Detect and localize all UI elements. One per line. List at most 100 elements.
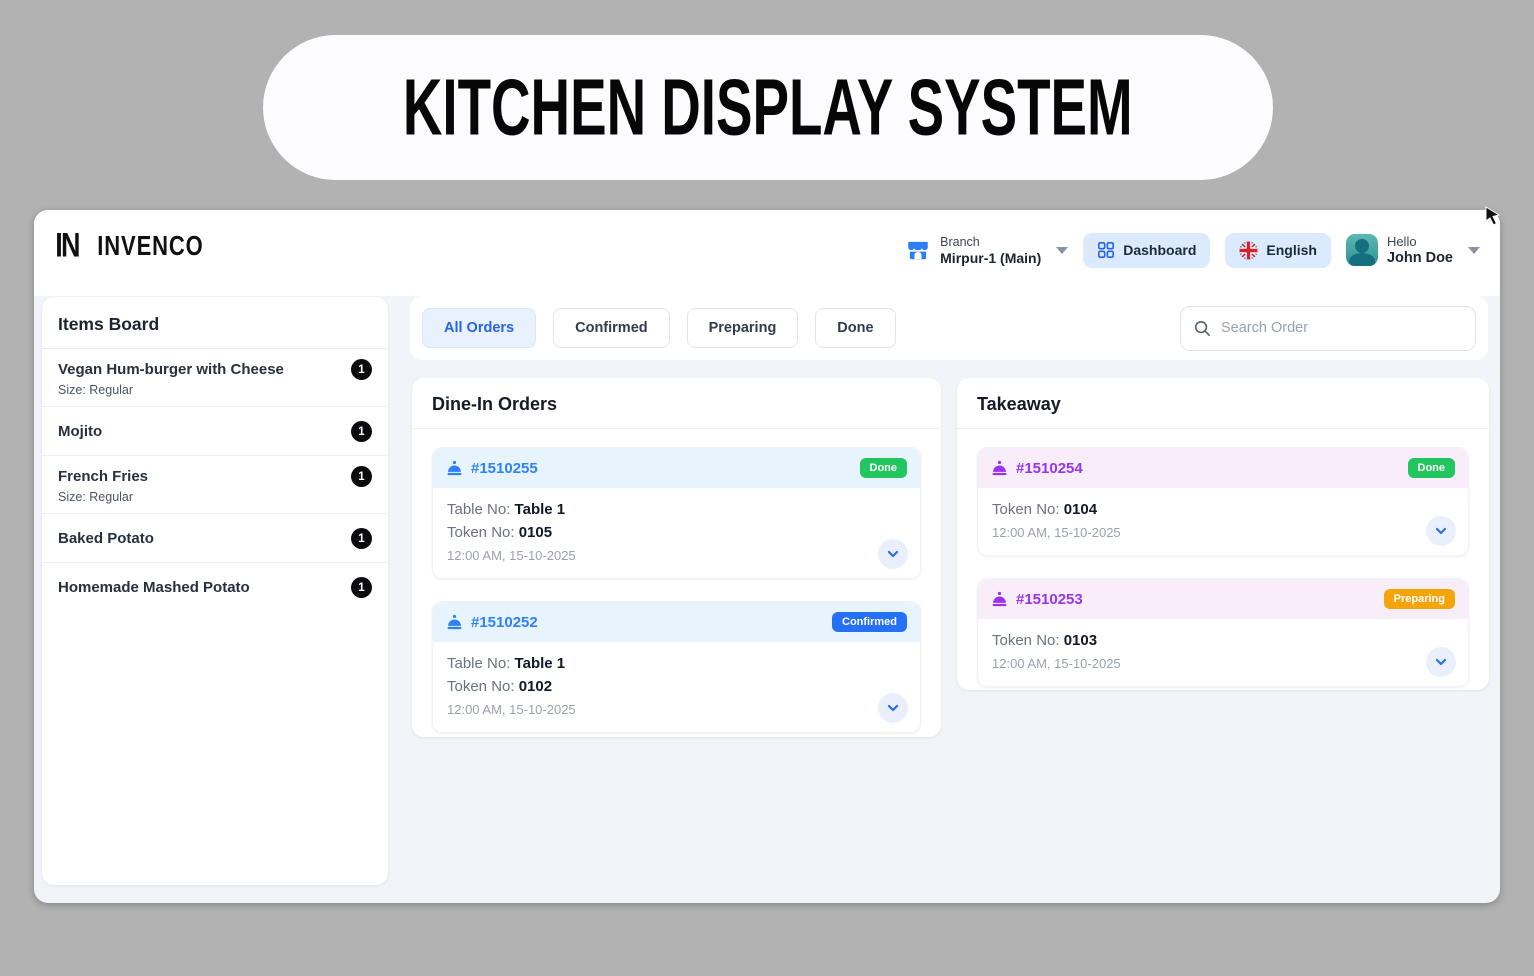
order-timestamp: 12:00 AM, 15-10-2025 — [992, 652, 1454, 675]
item-name: French Fries — [58, 468, 148, 485]
tab-all-orders[interactable]: All Orders — [422, 308, 536, 348]
token-value: 0104 — [1064, 501, 1097, 518]
dine-in-cards: #1510255 Done Table No: Table 1 Token No… — [412, 429, 941, 737]
page-title: KITCHEN DISPLAY SYSTEM — [403, 62, 1133, 153]
list-item[interactable]: French Fries 1 Size: Regular — [42, 456, 388, 514]
order-card-header: #1510255 Done — [433, 448, 920, 488]
table-value: Table 1 — [515, 655, 566, 672]
tab-preparing[interactable]: Preparing — [687, 308, 799, 348]
table-value: Table 1 — [515, 501, 566, 518]
token-value: 0102 — [519, 678, 552, 695]
cloche-icon — [991, 460, 1008, 477]
order-card[interactable]: #1510254 Done Token No: 0104 12:00 AM, 1… — [977, 447, 1469, 556]
list-item[interactable]: Mojito 1 — [42, 407, 388, 456]
language-button-label: English — [1266, 242, 1317, 258]
item-count-badge: 1 — [351, 466, 372, 487]
order-timestamp: 12:00 AM, 15-10-2025 — [992, 521, 1454, 544]
status-badge: Done — [1408, 458, 1456, 478]
status-badge: Confirmed — [832, 612, 907, 632]
tab-confirmed[interactable]: Confirmed — [553, 308, 670, 348]
store-icon — [905, 237, 931, 263]
expand-order-button[interactable] — [1426, 516, 1456, 546]
expand-order-button[interactable] — [878, 539, 908, 569]
filter-bar: All Orders Confirmed Preparing Done — [410, 296, 1488, 360]
chevron-down-icon — [1433, 654, 1449, 670]
item-count-badge: 1 — [351, 577, 372, 598]
user-texts: Hello John Doe — [1387, 234, 1453, 266]
order-card-body: Table No: Table 1 Token No: 0102 12:00 A… — [433, 642, 920, 732]
language-button[interactable]: English — [1225, 233, 1331, 268]
takeaway-title: Takeaway — [957, 378, 1489, 429]
title-banner: KITCHEN DISPLAY SYSTEM — [263, 35, 1273, 180]
order-card-body: Token No: 0103 12:00 AM, 15-10-2025 — [978, 619, 1468, 686]
order-card-header: #1510253 Preparing — [978, 579, 1468, 619]
list-item[interactable]: Vegan Hum-burger with Cheese 1 Size: Reg… — [42, 349, 388, 407]
item-size: Size: Regular — [58, 383, 372, 397]
page: { "banner": { "title": "KITCHEN DISPLAY … — [0, 0, 1534, 976]
app-window: IN INVENCO Branch Mirpur-1 (Main) — [34, 210, 1500, 903]
branch-label: Branch — [940, 234, 1041, 250]
cloche-icon — [446, 614, 463, 631]
item-name: Homemade Mashed Potato — [58, 579, 250, 596]
avatar — [1346, 234, 1378, 266]
chevron-down-icon — [1433, 523, 1449, 539]
user-menu[interactable]: Hello John Doe — [1346, 234, 1480, 266]
item-count-badge: 1 — [351, 528, 372, 549]
takeaway-panel: Takeaway #1510254 Done T — [957, 378, 1489, 690]
order-timestamp: 12:00 AM, 15-10-2025 — [447, 544, 906, 567]
token-label: Token No: — [447, 524, 519, 541]
order-number: #1510254 — [1016, 460, 1083, 477]
order-card-header: #1510254 Done — [978, 448, 1468, 488]
user-name: John Doe — [1387, 250, 1453, 266]
token-value: 0105 — [519, 524, 552, 541]
order-number: #1510252 — [471, 614, 538, 631]
table-label: Table No: — [447, 501, 515, 518]
token-label: Token No: — [447, 678, 519, 695]
search-box[interactable] — [1180, 306, 1476, 351]
search-input[interactable] — [1221, 320, 1463, 336]
chevron-down-icon[interactable] — [1468, 247, 1480, 254]
token-label: Token No: — [992, 501, 1064, 518]
status-badge: Done — [860, 458, 908, 478]
token-label: Token No: — [992, 632, 1064, 649]
chevron-down-icon — [885, 546, 901, 562]
order-timestamp: 12:00 AM, 15-10-2025 — [447, 698, 906, 721]
search-icon — [1193, 319, 1212, 338]
items-board-title: Items Board — [42, 297, 388, 349]
order-card-body: Table No: Table 1 Token No: 0105 12:00 A… — [433, 488, 920, 578]
cloche-icon — [991, 591, 1008, 608]
order-card[interactable]: #1510253 Preparing Token No: 0103 12:00 … — [977, 578, 1469, 687]
order-number: #1510255 — [471, 460, 538, 477]
order-number: #1510253 — [1016, 591, 1083, 608]
dashboard-button-label: Dashboard — [1123, 242, 1196, 258]
items-board-panel: Items Board Vegan Hum-burger with Cheese… — [42, 297, 388, 885]
app-header: IN INVENCO Branch Mirpur-1 (Main) — [34, 210, 1500, 296]
item-size: Size: Regular — [58, 490, 372, 504]
order-card-header: #1510252 Confirmed — [433, 602, 920, 642]
mouse-cursor-icon — [1484, 206, 1502, 231]
status-badge: Preparing — [1384, 589, 1455, 609]
dashboard-grid-icon — [1097, 241, 1115, 259]
item-name: Baked Potato — [58, 530, 154, 547]
order-card[interactable]: #1510255 Done Table No: Table 1 Token No… — [432, 447, 921, 579]
chevron-down-icon — [885, 700, 901, 716]
user-greeting: Hello — [1387, 234, 1453, 250]
list-item[interactable]: Baked Potato 1 — [42, 514, 388, 563]
tab-done[interactable]: Done — [815, 308, 895, 348]
expand-order-button[interactable] — [878, 693, 908, 723]
uk-flag-icon — [1239, 241, 1258, 260]
logo-mark: IN — [55, 226, 78, 265]
dashboard-button[interactable]: Dashboard — [1083, 233, 1210, 268]
branch-selector[interactable]: Branch Mirpur-1 (Main) — [905, 234, 1068, 266]
branch-texts: Branch Mirpur-1 (Main) — [940, 234, 1041, 266]
takeaway-cards: #1510254 Done Token No: 0104 12:00 AM, 1… — [957, 429, 1489, 690]
expand-order-button[interactable] — [1426, 647, 1456, 677]
item-count-badge: 1 — [351, 359, 372, 380]
cloche-icon — [446, 460, 463, 477]
logo-text: INVENCO — [97, 230, 203, 262]
list-item[interactable]: Homemade Mashed Potato 1 — [42, 563, 388, 611]
dine-in-panel: Dine-In Orders #1510255 Done — [412, 378, 941, 737]
order-card[interactable]: #1510252 Confirmed Table No: Table 1 Tok… — [432, 601, 921, 733]
order-card-body: Token No: 0104 12:00 AM, 15-10-2025 — [978, 488, 1468, 555]
chevron-down-icon[interactable] — [1056, 247, 1068, 254]
